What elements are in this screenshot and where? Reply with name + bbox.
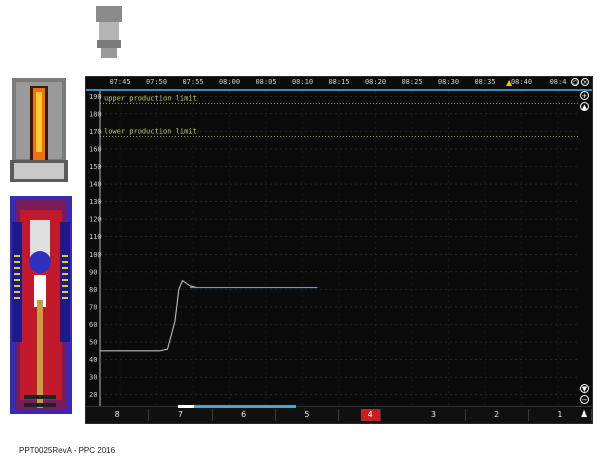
y-tick-label: 100 bbox=[89, 251, 102, 259]
y-tick-label: 190 bbox=[89, 93, 102, 101]
y-tick-label: 70 bbox=[89, 303, 97, 311]
time-tick: 07:45 bbox=[109, 78, 131, 86]
y-tick-label: 180 bbox=[89, 110, 102, 118]
bin-button-3[interactable]: 3 bbox=[402, 409, 466, 421]
lower-production-limit-label: lower production limit bbox=[104, 128, 197, 136]
upper-production-limit-label: upper production limit bbox=[104, 94, 197, 102]
y-tick-label: 140 bbox=[89, 181, 102, 189]
trend-chart: 20 30 40 50 60 70 80 90 100 110 120 130 140 150 160 170… bbox=[89, 91, 580, 407]
time-tick: 07:50 bbox=[145, 78, 168, 86]
zoom-in-icon[interactable]: + bbox=[580, 91, 589, 100]
arrow-down-circle-icon[interactable]: ▼ bbox=[580, 384, 589, 393]
y-tick-label: 110 bbox=[89, 233, 102, 241]
bin-selector-bar: 8 7 6 5 4 3 2 1 ♟ bbox=[86, 405, 592, 423]
bin-button-7[interactable]: 7 bbox=[149, 409, 213, 421]
time-tick: 08:30 bbox=[437, 78, 460, 86]
history-scroll-thumb[interactable] bbox=[178, 405, 194, 408]
y-tick-label: 60 bbox=[89, 321, 97, 329]
bin-button-8[interactable]: 8 bbox=[86, 409, 150, 421]
time-tick: 08:35 bbox=[474, 78, 496, 86]
close-icon[interactable]: × bbox=[581, 78, 589, 86]
time-tick: 08:4 bbox=[549, 78, 567, 86]
time-tick: 08:15 bbox=[328, 78, 350, 86]
y-tick-label: 150 bbox=[89, 163, 102, 171]
y-tick-label: 130 bbox=[89, 198, 102, 206]
warning-icon[interactable]: ▲ bbox=[506, 78, 512, 87]
punch-part-icon bbox=[96, 6, 122, 58]
time-tick: 08:40 bbox=[510, 78, 533, 86]
y-tick-label: 80 bbox=[89, 286, 97, 294]
time-axis: 07:45 07:50 07:55 08:00 08:05 08:10 08:15 08:20… bbox=[86, 77, 592, 91]
time-tick: 08:10 bbox=[291, 78, 314, 86]
settings-icon[interactable]: ○ bbox=[571, 78, 579, 86]
history-scroll-track[interactable] bbox=[178, 405, 296, 408]
bin-button-4[interactable]: 4 bbox=[360, 409, 381, 421]
zoom-out-icon[interactable]: − bbox=[580, 395, 589, 404]
y-tick-label: 50 bbox=[89, 339, 97, 347]
time-tick: 08:00 bbox=[218, 78, 241, 86]
y-tick-label: 120 bbox=[89, 216, 102, 224]
y-tick-label: 20 bbox=[89, 391, 97, 399]
injection-unit-illustration bbox=[10, 78, 72, 414]
time-tick: 08:25 bbox=[401, 78, 423, 86]
bin-button-5[interactable]: 5 bbox=[276, 409, 339, 421]
trend-plot[interactable]: 20 30 40 50 60 70 80 90 100 110 120 130 140 150 160 170… bbox=[86, 91, 592, 407]
y-tick-label: 170 bbox=[89, 128, 102, 136]
arrow-up-circle-icon[interactable]: ▲ bbox=[580, 102, 589, 111]
time-tick: 07:55 bbox=[182, 78, 204, 86]
y-tick-label: 160 bbox=[89, 145, 102, 153]
y-tick-label: 90 bbox=[89, 268, 97, 276]
bin-button-2[interactable]: 2 bbox=[466, 409, 529, 421]
time-tick: 08:20 bbox=[364, 78, 387, 86]
bin-button-6[interactable]: 6 bbox=[213, 409, 276, 421]
y-tick-label: 40 bbox=[89, 356, 97, 364]
time-tick: 08:05 bbox=[255, 78, 277, 86]
y-tick-label: 30 bbox=[89, 374, 97, 382]
footer-caption: PPT0025RevA - PPC 2016 bbox=[19, 446, 116, 455]
bell-icon[interactable]: ♟ bbox=[580, 410, 590, 421]
process-monitor: 07:45 07:50 07:55 08:00 08:05 08:10 08:15 08:20… bbox=[85, 76, 593, 424]
series-line-1 bbox=[100, 279, 198, 352]
